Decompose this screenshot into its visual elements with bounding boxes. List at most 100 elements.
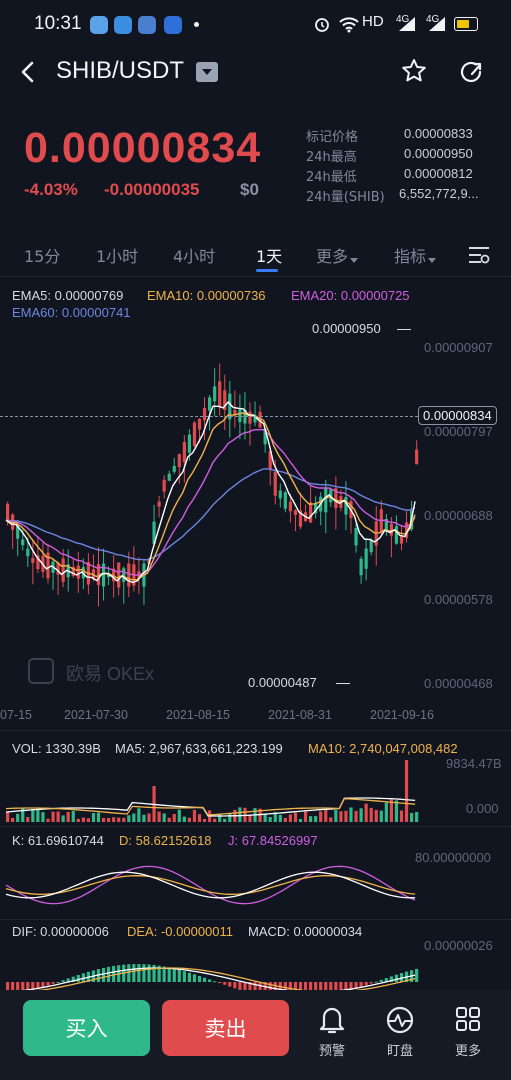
volume-bar [293, 812, 298, 822]
candle-body [182, 441, 186, 463]
low-price-label: 0.00000487 [248, 675, 317, 690]
watch-label: 盯盘 [386, 1044, 413, 1059]
chart-divider [0, 919, 511, 920]
macd-bar [364, 982, 368, 986]
tab-1h[interactable]: 1小时 [96, 243, 138, 267]
tab-more[interactable]: 更多 [316, 243, 348, 267]
tab-4h[interactable]: 4小时 [173, 243, 215, 267]
y-tick: 0.00000688 [424, 508, 493, 523]
pair-title[interactable]: SHIB/USDT [56, 57, 184, 85]
tab-indicators[interactable]: 指标 [394, 243, 426, 267]
volume-bar [298, 818, 303, 822]
volume-bar [86, 818, 90, 822]
volume-bar [16, 813, 20, 822]
candle-body [364, 548, 368, 569]
macd-bar [223, 982, 227, 985]
kdj-chart[interactable] [0, 850, 511, 920]
bell-icon [319, 1007, 345, 1034]
candle-body [192, 422, 197, 446]
volume-bar [157, 811, 161, 822]
volume-bar [268, 816, 272, 822]
macd-bar [309, 982, 313, 990]
share-refresh-icon[interactable] [457, 58, 485, 86]
volume-bar [218, 813, 222, 822]
buy-button[interactable]: 买入 [23, 1000, 150, 1056]
candle-body [208, 397, 212, 411]
more-label: 更多 [454, 1044, 481, 1059]
vol-ma5-legend: MA5: 2,967,633,661,223.199 [115, 741, 283, 756]
candle-body [61, 558, 65, 582]
volume-bar [107, 818, 111, 822]
current-price-line [0, 416, 418, 417]
candle-body [293, 510, 298, 515]
status-bar: 10:31 HD 4G 4G [0, 0, 511, 48]
volume-bar [66, 811, 70, 822]
volume-bar [6, 811, 10, 822]
volume-bar [26, 816, 30, 822]
macd-bar [61, 980, 65, 982]
candle-body [359, 558, 363, 576]
macd-bar [16, 982, 20, 990]
volume-bar [288, 814, 292, 822]
macd-bar [303, 982, 308, 990]
kdj-j-legend: J: 67.84526997 [228, 833, 318, 848]
active-tab-indicator [256, 269, 278, 272]
volume-bar [334, 810, 338, 822]
volume-bar [384, 802, 388, 822]
battery-icon [454, 17, 478, 31]
macd-bar [339, 982, 343, 990]
star-icon[interactable] [401, 58, 427, 84]
current-price-tag: 0.00000834 [418, 406, 497, 425]
volume-chart[interactable] [0, 756, 511, 826]
volume-bar [122, 817, 126, 822]
sell-button[interactable]: 卖出 [162, 1000, 289, 1056]
tab-1d[interactable]: 1天 [256, 243, 282, 267]
macd-bar [167, 967, 171, 982]
macd-bar [319, 982, 323, 990]
macd-chart[interactable] [0, 940, 511, 990]
candle-body [415, 449, 419, 465]
volume-bar [364, 803, 368, 822]
tab-15m[interactable]: 15分 [24, 243, 60, 267]
candle-body [162, 479, 166, 492]
candle-body [213, 386, 217, 402]
x-date: 2021-07-30 [64, 708, 128, 722]
alert-action[interactable]: 预警 [302, 990, 362, 1080]
grid-menu-icon [456, 1007, 480, 1031]
indicator-dropdown-icon [428, 258, 436, 263]
macd-bar [142, 964, 146, 982]
volume-bar [197, 814, 202, 822]
candle-body [127, 563, 131, 587]
volume-bar [263, 814, 267, 822]
candle-body [399, 536, 404, 544]
watch-action[interactable]: 盯盘 [370, 990, 430, 1080]
kdj-d-line [5, 875, 416, 895]
pair-dropdown-icon[interactable] [196, 62, 218, 82]
macd-bar [334, 982, 338, 990]
volume-bar [31, 808, 35, 822]
back-arrow-icon[interactable] [18, 60, 38, 84]
candle-body [197, 418, 202, 430]
chart-settings-icon[interactable] [468, 245, 490, 265]
volume-bar [354, 810, 358, 822]
volume-bar [172, 813, 176, 822]
volume-bar [309, 816, 313, 822]
stat-label: 标记价格 [306, 130, 359, 145]
macd-bar [112, 965, 116, 982]
candle-body [6, 503, 10, 521]
volume-bar [96, 812, 101, 822]
candle-body [369, 539, 373, 553]
last-price: 0.00000834 [24, 124, 262, 172]
more-action[interactable]: 更多 [438, 990, 498, 1080]
volume-bar [324, 808, 328, 822]
candle-body [278, 490, 282, 499]
volume-bar [127, 815, 131, 822]
more-dropdown-icon [350, 258, 358, 263]
macd-bar [202, 977, 207, 982]
macd-bar [344, 982, 348, 990]
volume-bar [238, 807, 242, 822]
macd-bar [177, 969, 181, 982]
candle-body [122, 568, 126, 582]
macd-bar [359, 982, 363, 988]
alert-label: 预警 [318, 1044, 345, 1059]
